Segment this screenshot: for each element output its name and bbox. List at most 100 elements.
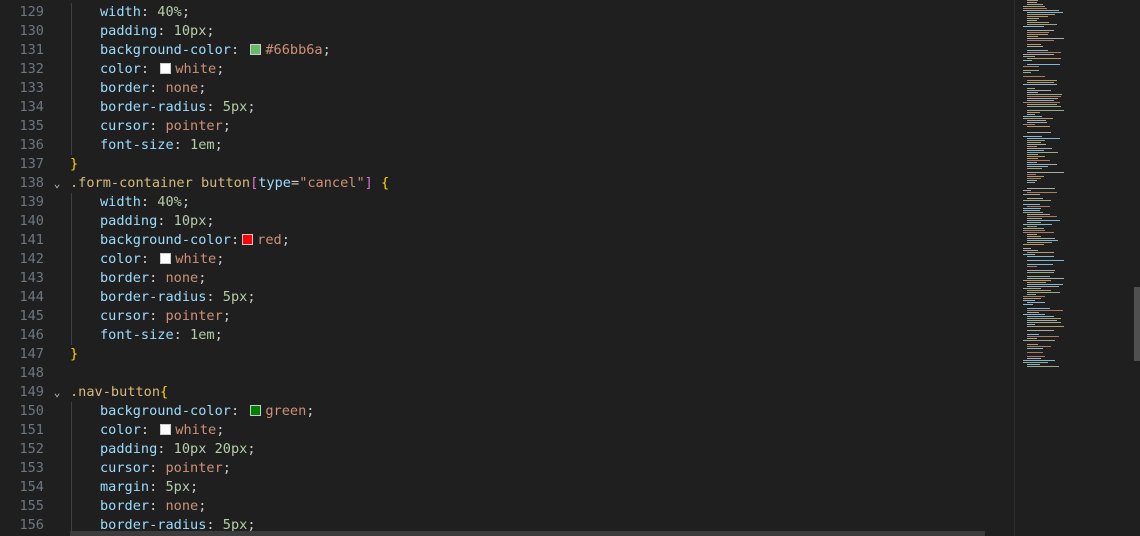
code-line[interactable]: 140 padding: 10px; [0,212,1014,231]
code-line[interactable]: 141 background-color: red; [0,231,1014,250]
minimap-line [1027,356,1045,357]
code-line[interactable]: 131 background-color: #66bb6a; [0,41,1014,60]
minimap-line [1027,16,1048,17]
code-token: font-size [100,137,174,153]
fold-chevron-icon[interactable]: ⌄ [50,174,64,193]
minimap-line [1027,188,1055,189]
code-token: : [149,460,166,476]
minimap-line [1023,340,1055,341]
minimap-line [1027,138,1060,139]
minimap-line [1027,120,1046,121]
code-line[interactable]: 150 background-color: green; [0,402,1014,421]
code-line[interactable]: 153 cursor: pointer; [0,459,1014,478]
line-number: 154 [19,479,44,495]
code-line[interactable]: 138 ⌄ .form-container button[type="cancel"… [0,174,1014,193]
line-number: 156 [19,517,44,533]
code-line[interactable]: 152 padding: 10px 20px; [0,440,1014,459]
line-number: 153 [19,460,44,476]
code-token: width [100,194,141,210]
code-line[interactable]: 155 border: none; [0,497,1014,516]
horizontal-scrollbar[interactable] [70,531,985,536]
code-line[interactable]: 129 width: 40%; [0,3,1014,22]
minimap-line [1027,238,1055,239]
code-token: ; [247,289,256,305]
code-line[interactable]: 137} [0,155,1014,174]
code-line[interactable]: 145 cursor: pointer; [0,307,1014,326]
line-number: 129 [19,4,44,20]
code-area[interactable]: 129 width: 40%; 130 padding: 10px; 131 backgr… [0,0,1014,536]
code-line[interactable]: 148 [0,364,1014,383]
code-line[interactable]: 139 width: 40%; [0,193,1014,212]
code-token: ; [198,498,207,514]
minimap-line [1027,174,1036,175]
minimap-line [1027,30,1054,31]
minimap-line [1027,346,1051,347]
color-swatch-icon[interactable] [250,405,262,416]
minimap-line [1027,278,1064,279]
line-number: 140 [19,213,44,229]
code-line[interactable]: 142 color: white; [0,250,1014,269]
line-number: 139 [19,194,44,210]
minimap-line [1023,208,1041,209]
minimap-line [1027,140,1045,141]
minimap-line [1023,224,1052,225]
code-line[interactable]: 151 color: white; [0,421,1014,440]
color-swatch-icon[interactable] [160,253,172,264]
minimap-line [1027,82,1054,83]
minimap-line [1027,162,1037,163]
indent-guide [71,22,72,41]
code-token: white [175,251,217,267]
line-content: padding: 10px; [100,212,215,231]
minimap-line [1023,190,1031,191]
line-content: cursor: pointer; [100,459,231,478]
code-line[interactable]: 130 padding: 10px; [0,22,1014,41]
minimap-line [1027,52,1061,53]
minimap-line [1023,280,1051,281]
code-line[interactable]: 144 border-radius: 5px; [0,288,1014,307]
code-line[interactable]: 143 border: none; [0,269,1014,288]
code-token: cursor [100,460,150,476]
minimap-line [1027,318,1061,319]
color-swatch-icon[interactable] [250,44,262,55]
minimap[interactable] [1014,0,1140,536]
minimap-line [1023,6,1045,7]
code-line[interactable]: 133 border: none; [0,79,1014,98]
minimap-line [1027,222,1041,223]
minimap-line [1023,362,1048,363]
code-editor[interactable]: 129 width: 40%; 130 padding: 10px; 131 backgr… [0,0,1140,536]
vertical-scrollbar-thumb[interactable] [1134,287,1140,361]
line-content: border: none; [100,269,206,288]
line-number: 133 [19,80,44,96]
minimap-line [1027,236,1041,237]
indent-guide [71,136,72,155]
line-content: background-color: #66bb6a; [100,41,331,60]
minimap-line [1023,360,1055,361]
code-line[interactable]: 136 font-size: 1em; [0,136,1014,155]
minimap-line [1027,164,1057,165]
line-content: .form-container button[type="cancel"] { [70,174,389,193]
code-token: ; [206,23,215,39]
code-line[interactable]: 135 cursor: pointer; [0,117,1014,136]
minimap-line [1027,146,1037,147]
fold-chevron-icon[interactable]: ⌄ [50,383,64,402]
code-line[interactable]: 134 border-radius: 5px; [0,98,1014,117]
code-token: ; [216,61,225,77]
code-token: : [140,61,158,77]
code-line[interactable]: 147} [0,345,1014,364]
line-number: 144 [19,289,44,305]
line-content: cursor: pointer; [100,307,231,326]
code-line[interactable]: 154 margin: 5px; [0,478,1014,497]
minimap-line [1027,38,1064,39]
color-swatch-icon[interactable] [160,63,172,74]
line-number: 147 [19,346,44,362]
minimap-line [1023,118,1053,119]
color-swatch-icon[interactable] [242,234,254,245]
color-swatch-icon[interactable] [160,424,172,435]
code-line[interactable]: 132 color: white; [0,60,1014,79]
indent-guide [71,478,72,497]
code-token: : [149,270,166,286]
code-line[interactable]: 149 ⌄ .nav-button{ [0,383,1014,402]
code-line[interactable]: 146 font-size: 1em; [0,326,1014,345]
indent-guide [71,193,72,212]
minimap-line [1027,4,1043,5]
